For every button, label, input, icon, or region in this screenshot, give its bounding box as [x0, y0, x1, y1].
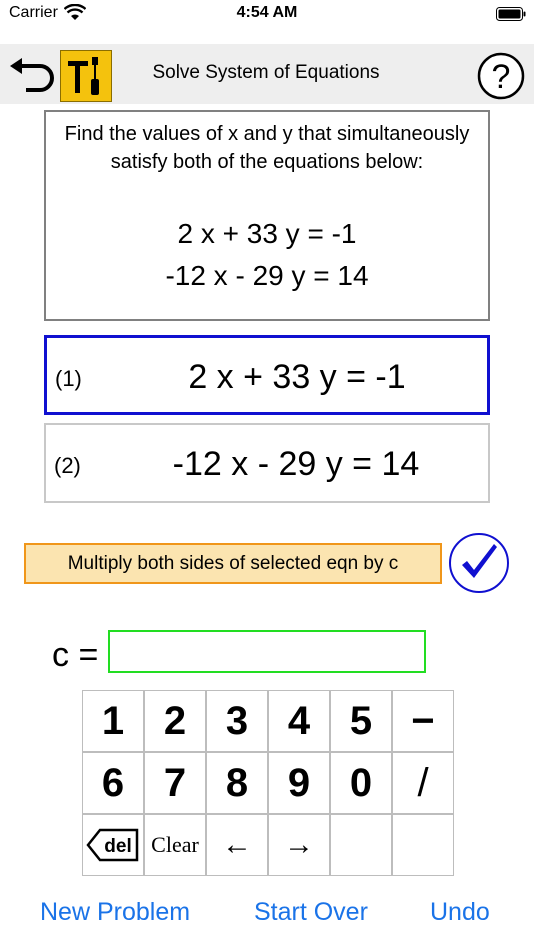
equation-row-2[interactable]: (2) -12 x - 29 y = 14: [44, 423, 490, 503]
header-bar: Solve System of Equations ?: [0, 44, 534, 104]
battery-icon: [496, 7, 526, 21]
undo-link[interactable]: Undo: [430, 898, 490, 927]
key-3[interactable]: 3: [206, 690, 268, 752]
key-9[interactable]: 9: [268, 752, 330, 814]
delete-key-label: del: [104, 836, 131, 857]
equation-text: -12 x - 29 y = 14: [172, 445, 420, 483]
key-2[interactable]: 2: [144, 690, 206, 752]
problem-equation-2: -12 x - 29 y = 14: [165, 260, 369, 291]
problem-box: Find the values of x and y that simultan…: [44, 110, 490, 321]
delete-key-icon: del: [86, 828, 139, 862]
key-slash[interactable]: /: [392, 752, 454, 814]
question-circle-icon[interactable]: ?: [474, 52, 528, 100]
equation-row-1[interactable]: (1) 2 x + 33 y = -1: [44, 335, 490, 415]
key-left[interactable]: ←: [206, 814, 268, 876]
tools-icon: [68, 57, 99, 95]
equation-label: (2): [54, 453, 81, 478]
key-8[interactable]: 8: [206, 752, 268, 814]
undo-arrow-icon[interactable]: [6, 56, 58, 96]
key-7[interactable]: 7: [144, 752, 206, 814]
c-input[interactable]: [108, 630, 426, 673]
key-minus[interactable]: −: [392, 690, 454, 752]
key-1[interactable]: 1: [82, 690, 144, 752]
equation-label: (1): [55, 366, 82, 391]
tools-button[interactable]: [60, 50, 112, 102]
problem-instructions: Find the values of x and y that simultan…: [64, 123, 470, 173]
equation-text: 2 x + 33 y = -1: [188, 358, 406, 396]
key-0[interactable]: 0: [330, 752, 392, 814]
key-5[interactable]: 5: [330, 690, 392, 752]
help-label: ?: [492, 58, 511, 96]
key-empty-2: [392, 814, 454, 876]
c-label: c =: [52, 636, 99, 674]
action-selector[interactable]: Multiply both sides of selected eqn by c: [24, 543, 442, 584]
checkmark-circle-icon[interactable]: [448, 532, 510, 594]
new-problem-link[interactable]: New Problem: [40, 898, 190, 927]
key-4[interactable]: 4: [268, 690, 330, 752]
keypad: 1 2 3 4 5 − 6 7 8 9 0 / del Clear ← →: [82, 690, 454, 876]
key-empty-1: [330, 814, 392, 876]
page-title: Solve System of Equations: [152, 62, 380, 83]
status-time: 4:54 AM: [236, 4, 298, 21]
start-over-link[interactable]: Start Over: [254, 898, 368, 927]
key-clear[interactable]: Clear: [144, 814, 206, 876]
key-right[interactable]: →: [268, 814, 330, 876]
key-delete[interactable]: del: [82, 814, 144, 876]
status-bar: Carrier 4:54 AM: [0, 0, 534, 30]
problem-equation-1: 2 x + 33 y = -1: [177, 218, 357, 249]
key-6[interactable]: 6: [82, 752, 144, 814]
